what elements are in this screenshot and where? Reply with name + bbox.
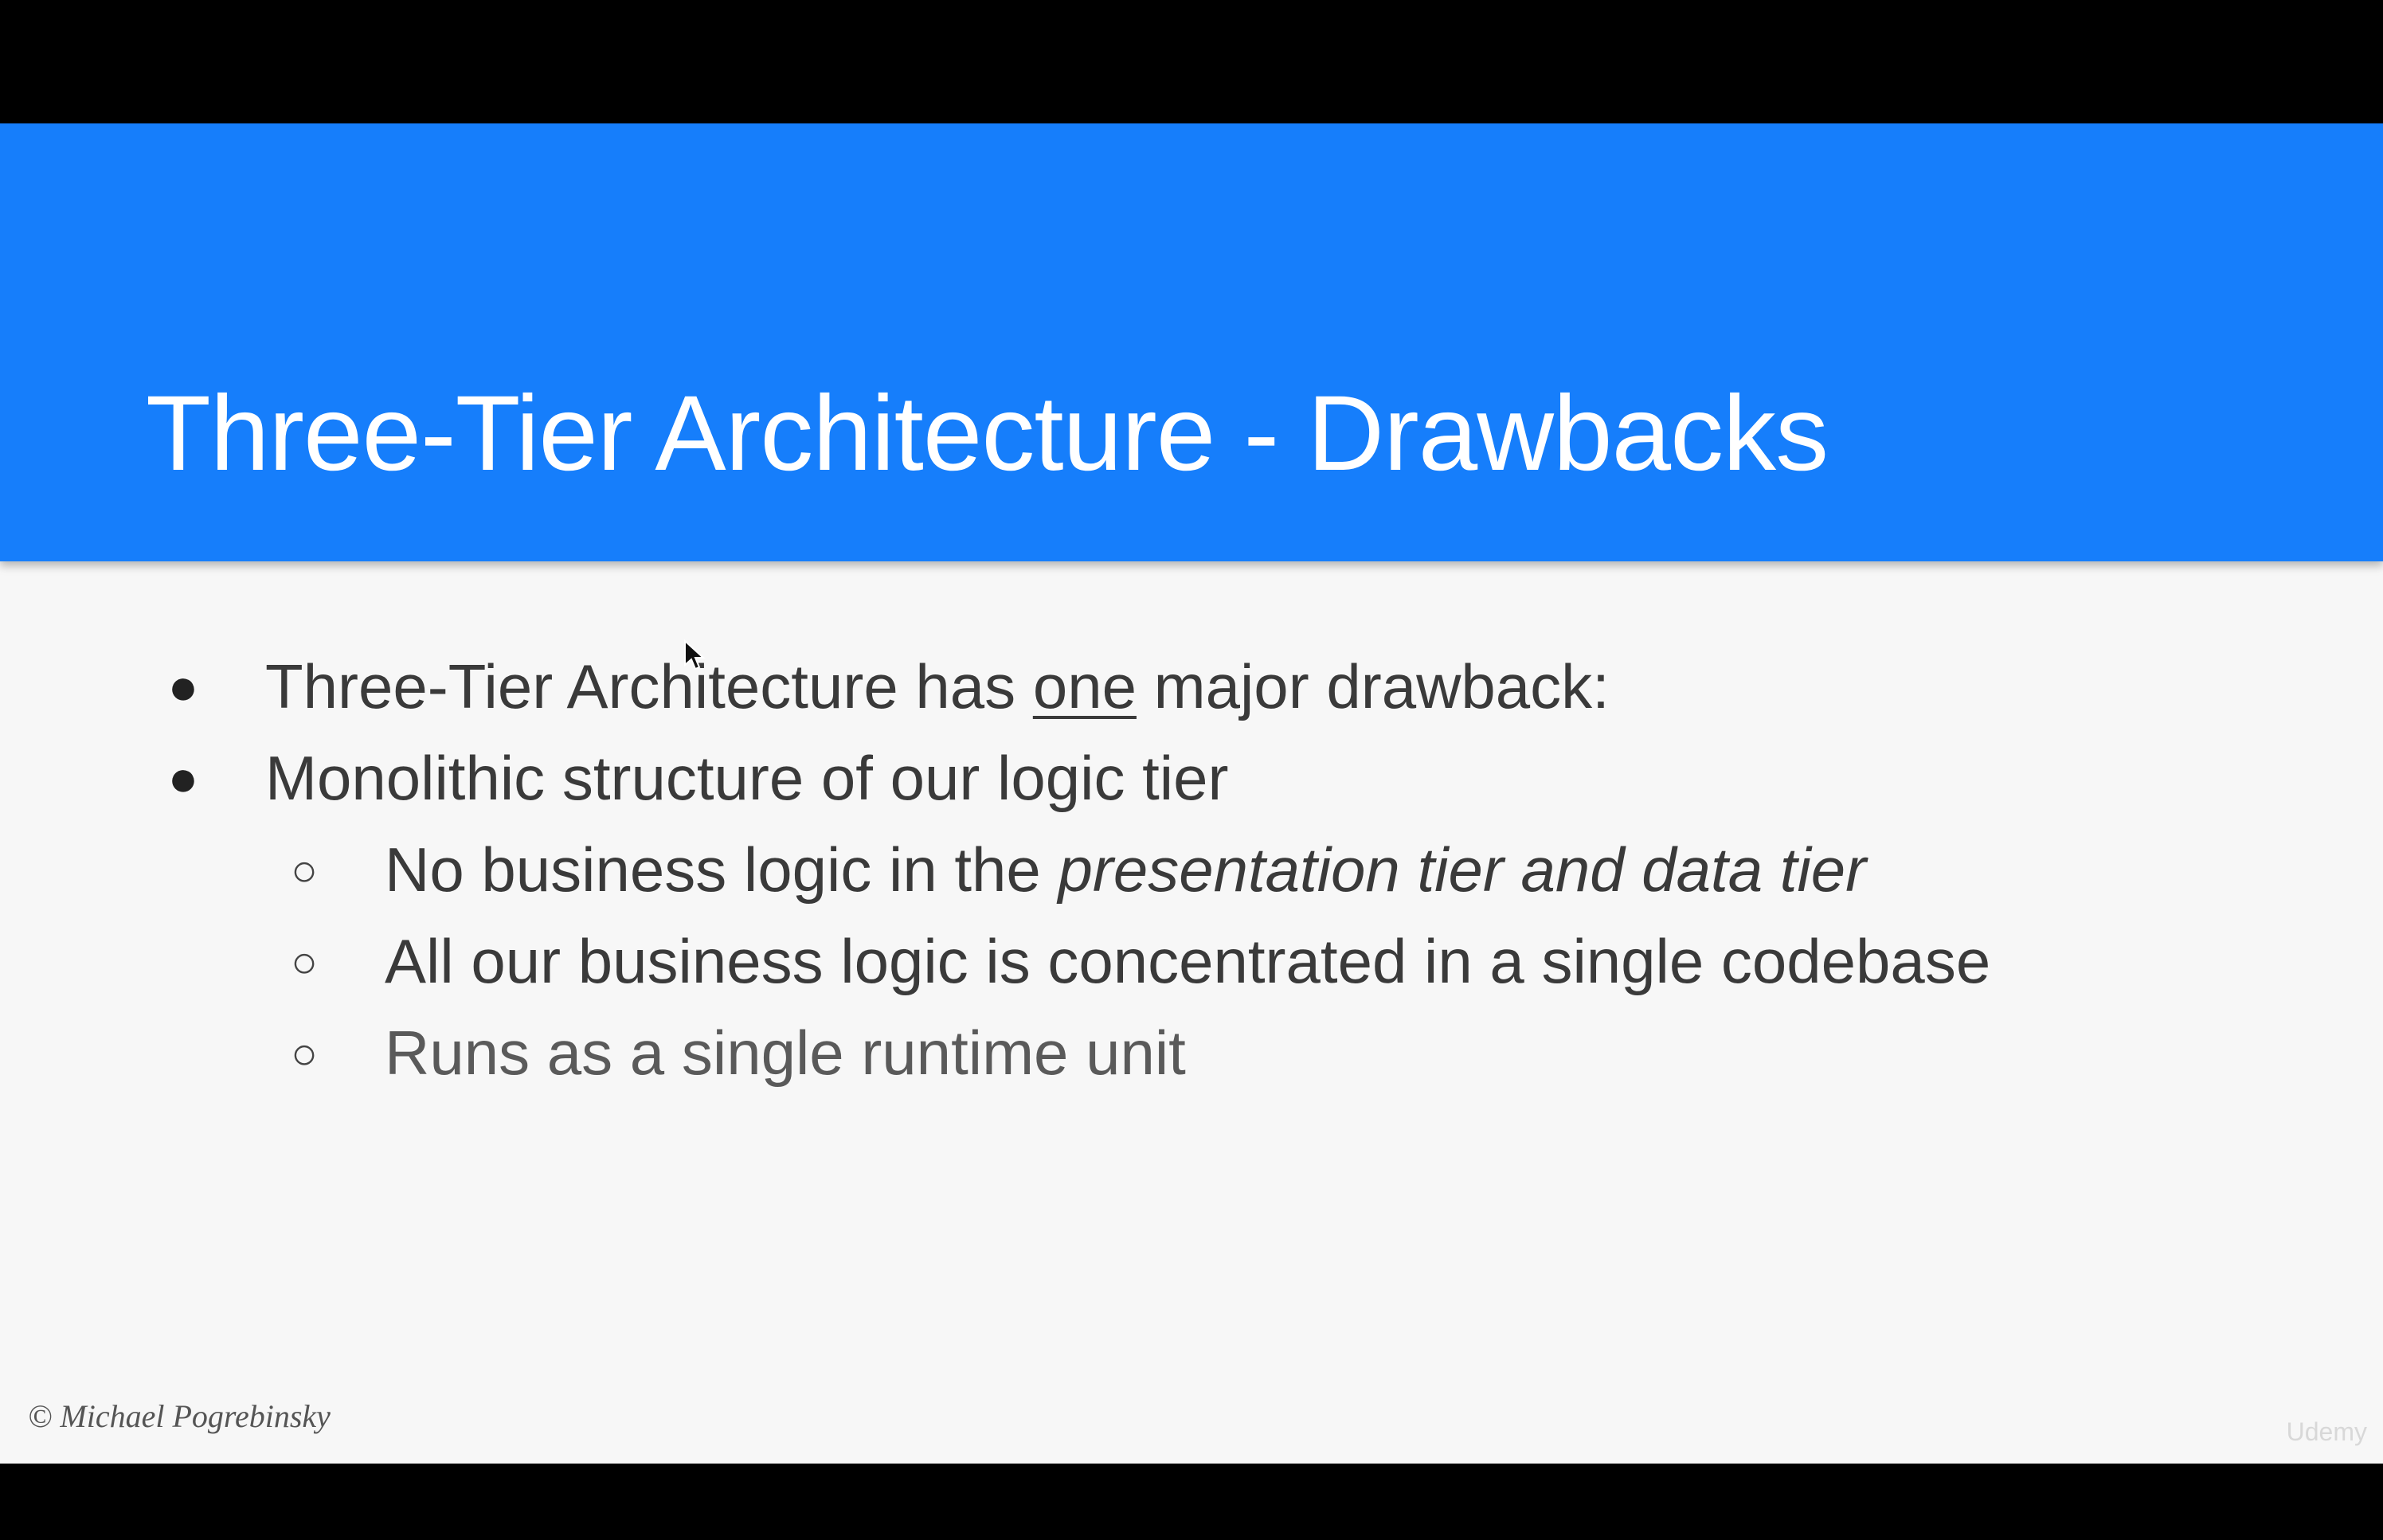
sub-bullet-item-no-business-logic: ○ No business logic in the presentation … xyxy=(0,824,2383,916)
sub-bullet-item-single-runtime: ○ Runs as a single runtime unit xyxy=(0,1007,2383,1099)
mouse-cursor-icon xyxy=(684,639,706,670)
bullet-list: ● Three-Tier Architecture has one major … xyxy=(0,641,2383,1099)
sub-bullet-item-single-codebase: ○ All our business logic is concentrated… xyxy=(0,916,2383,1007)
bullet-item-monolithic: ● Monolithic structure of our logic tier xyxy=(0,733,2383,824)
underlined-word: one xyxy=(1032,651,1137,721)
bullet-text: Monolithic structure of our logic tier xyxy=(265,743,1229,813)
sub-bullet-text: Runs as a single runtime unit xyxy=(385,1018,1186,1088)
copyright-notice: © Michael Pogrebinsky xyxy=(28,1398,331,1434)
slide-title: Three-Tier Architecture - Drawbacks xyxy=(146,374,1829,493)
bullet-item-drawback: ● Three-Tier Architecture has one major … xyxy=(0,641,2383,733)
slide-header: Three-Tier Architecture - Drawbacks xyxy=(0,123,2383,561)
bullet-dot-icon: ● xyxy=(167,749,199,807)
sub-bullet-text: No business logic in the presentation ti… xyxy=(385,834,1867,905)
video-frame: Three-Tier Architecture - Drawbacks ● Th… xyxy=(0,0,2383,1540)
bullet-dot-icon: ● xyxy=(167,658,199,715)
bullet-text: Three-Tier Architecture has one major dr… xyxy=(265,651,1610,721)
hollow-circle-icon: ○ xyxy=(291,1028,318,1078)
hollow-circle-icon: ○ xyxy=(291,845,318,895)
slide: Three-Tier Architecture - Drawbacks ● Th… xyxy=(0,123,2383,1464)
hollow-circle-icon: ○ xyxy=(291,936,318,987)
sub-bullet-text: All our business logic is concentrated i… xyxy=(385,926,1991,996)
italic-phrase: presentation tier and data tier xyxy=(1058,834,1867,905)
udemy-watermark: Udemy xyxy=(2286,1417,2367,1446)
